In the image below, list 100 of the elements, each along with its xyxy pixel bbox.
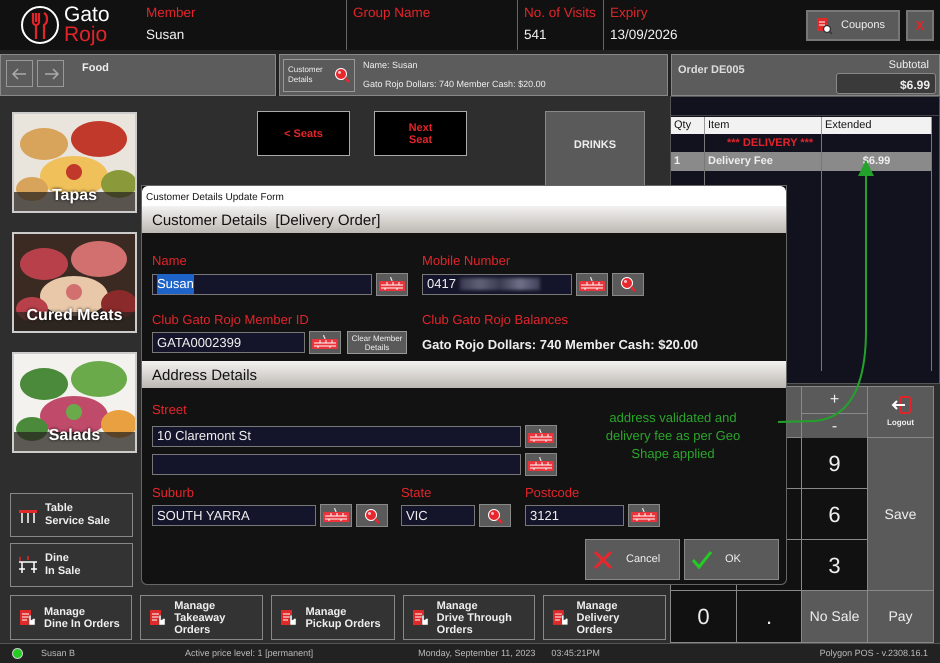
header-label: Member — [146, 5, 197, 21]
manage-orders-button[interactable]: Manage Takeaway Orders — [140, 595, 264, 640]
clear-member-details-button[interactable]: Clear Member Details — [347, 331, 407, 354]
drinks-button[interactable]: DRINKS — [545, 111, 645, 186]
balances-text: Gato Rojo Dollars: 740 Member Cash: $20.00 — [422, 336, 699, 354]
coupons-button[interactable]: Coupons — [806, 10, 900, 41]
mobile-number-field[interactable]: 0417 — [422, 274, 572, 294]
search-icon — [364, 508, 380, 524]
search-button[interactable] — [479, 504, 511, 527]
keyboard-button[interactable] — [320, 504, 352, 527]
document-hand-icon — [552, 609, 568, 626]
keyboard-icon — [311, 335, 339, 350]
keyboard-button[interactable] — [525, 424, 557, 448]
column-header: Qty — [671, 117, 705, 134]
keyboard-icon — [578, 276, 606, 292]
keypad-key[interactable]: 0 — [671, 591, 736, 642]
header-value: 13/09/2026 — [610, 27, 679, 43]
text-field[interactable]: VIC — [401, 505, 475, 526]
keyboard-button[interactable] — [628, 504, 660, 527]
member-id-field[interactable]: GATA0002399 — [152, 332, 305, 353]
ok-button[interactable]: OK — [684, 539, 779, 580]
dialog-title: Customer Details Update Form — [142, 186, 786, 206]
keypad-key[interactable]: 9 — [802, 438, 867, 488]
field-label: Mobile Number — [422, 252, 510, 270]
logo-text: Rojo — [64, 25, 108, 45]
column-header: Item — [705, 117, 822, 134]
field-label: Postcode — [525, 484, 580, 502]
cancel-button[interactable]: Cancel — [585, 539, 680, 580]
table-service-sale-button[interactable]: Table Service Sale — [10, 493, 133, 537]
field-label: State — [401, 484, 432, 502]
next-seat-button[interactable]: Next Seat — [374, 111, 467, 156]
version-text: Polygon POS - v.2308.16.1 — [820, 646, 928, 660]
price-level: Active price level: 1 [permanent] — [185, 646, 314, 660]
search-button[interactable] — [356, 504, 388, 527]
subtotal-label: Subtotal — [888, 58, 929, 73]
street-field[interactable] — [152, 454, 521, 474]
customer-details-button[interactable]: Customer Details — [283, 58, 355, 92]
search-button[interactable] — [612, 272, 644, 296]
keyboard-icon — [527, 456, 555, 472]
keyboard-button[interactable] — [309, 331, 341, 354]
next-arrow-button[interactable] — [37, 60, 64, 87]
check-icon — [691, 548, 713, 570]
keypad-key[interactable]: 6 — [802, 489, 867, 539]
keyboard-icon — [322, 508, 350, 523]
logout-button[interactable]: Logout — [868, 387, 933, 437]
annotation-note: address validated and delivery fee as per Geo Shape applied — [604, 409, 742, 463]
keypad-key[interactable]: 3 — [802, 540, 867, 590]
column-header: Extended — [822, 117, 932, 134]
header-label: Expiry — [610, 5, 649, 21]
logout-icon — [890, 396, 910, 414]
document-hand-icon — [280, 609, 298, 626]
user-name: Susan B — [41, 646, 76, 660]
back-arrow-button[interactable] — [6, 60, 33, 87]
keyboard-icon — [630, 508, 658, 523]
document-hand-icon — [19, 609, 36, 626]
plus-button[interactable]: + — [802, 387, 867, 413]
keypad-key[interactable]: . — [737, 591, 801, 642]
text-field[interactable]: SOUTH YARRA — [152, 505, 316, 526]
document-hand-icon — [149, 609, 166, 626]
search-icon — [620, 276, 636, 292]
dine-in-sale-button[interactable]: Dine In Sale — [10, 543, 133, 587]
text-field[interactable]: 3121 — [525, 505, 624, 526]
save-button[interactable]: Save — [868, 438, 933, 590]
manage-orders-button[interactable]: Manage Dine In Orders — [10, 595, 132, 640]
manage-orders-button[interactable]: Manage Pickup Orders — [271, 595, 395, 640]
item-name: Delivery Fee — [708, 155, 773, 167]
field-label: Suburb — [152, 484, 194, 502]
manage-orders-button[interactable]: Manage Delivery Orders — [542, 595, 666, 640]
category-label: Tapas — [50, 186, 98, 206]
category-label: Salads — [48, 426, 102, 446]
document-hand-icon — [412, 609, 429, 626]
section-header: Address Details — [142, 361, 786, 388]
customer-balances: Gato Rojo Dollars: 740 Member Cash: $20.00 — [363, 78, 546, 91]
customer-name: Name: Susan — [363, 59, 419, 72]
keyboard-button[interactable] — [576, 272, 608, 296]
street-field[interactable]: 10 Claremont St — [152, 426, 521, 446]
date-text: Monday, September 11, 2023 — [418, 646, 536, 660]
keyboard-button[interactable] — [525, 452, 557, 476]
category-title: Food — [82, 61, 109, 76]
order-title: Order DE005 — [678, 64, 745, 76]
order-heading: *** DELIVERY *** — [727, 136, 814, 148]
coupon-search-icon — [816, 16, 833, 34]
no-sale-button[interactable]: No Sale — [802, 591, 867, 642]
field-label: Club Gato Rojo Member ID — [152, 310, 309, 329]
cross-icon — [592, 548, 614, 570]
extended-price: $6.99 — [862, 155, 890, 167]
header-value: Susan — [146, 27, 186, 43]
header-label: Group Name — [353, 5, 432, 21]
field-label: Name — [152, 252, 187, 270]
seats-button[interactable]: < Seats — [257, 111, 350, 156]
manage-orders-button[interactable]: Manage Drive Through Orders — [402, 595, 535, 640]
keyboard-icon — [378, 276, 406, 292]
keyboard-button[interactable] — [376, 272, 408, 296]
pay-button[interactable]: Pay — [868, 591, 933, 642]
time-text: 03:45:21PM — [551, 646, 600, 660]
dining-table-icon — [17, 554, 39, 576]
field-label: Street — [152, 401, 187, 419]
header-value: 541 — [524, 27, 548, 43]
field-label: Club Gato Rojo Balances — [422, 310, 568, 329]
name-field[interactable]: Susan — [152, 274, 372, 294]
